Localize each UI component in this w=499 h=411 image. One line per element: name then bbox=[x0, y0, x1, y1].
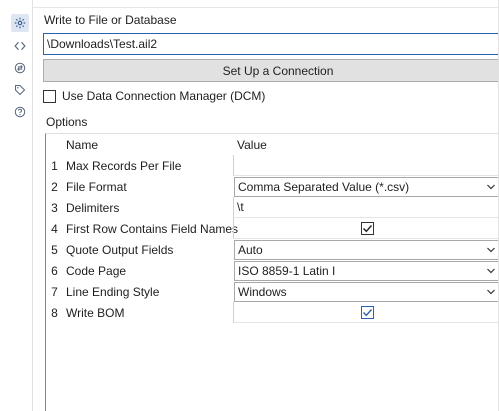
chevron-down-icon bbox=[487, 184, 495, 190]
row-number: 7 bbox=[51, 284, 58, 299]
row-number: 6 bbox=[51, 263, 58, 278]
row-name: Write BOM bbox=[66, 305, 125, 320]
header-name: Name bbox=[66, 138, 99, 152]
checkmark-icon bbox=[362, 224, 372, 232]
table-row: 5 Quote Output Fields Auto bbox=[46, 239, 499, 260]
file-path-input[interactable] bbox=[43, 33, 499, 55]
line-ending-value: Windows bbox=[238, 285, 287, 299]
panel-title: Write to File or Database bbox=[44, 13, 177, 27]
row-number: 3 bbox=[51, 200, 58, 215]
first-row-names-cell bbox=[233, 218, 499, 239]
row-name: Quote Output Fields bbox=[66, 242, 174, 257]
write-data-config-panel: Write to File or Database Set Up a Conne… bbox=[0, 0, 499, 411]
chevron-down-icon bbox=[487, 289, 495, 295]
row-name: File Format bbox=[66, 179, 127, 194]
file-format-select[interactable]: Comma Separated Value (*.csv) bbox=[234, 177, 499, 197]
max-records-field[interactable] bbox=[233, 155, 499, 176]
row-number: 2 bbox=[51, 179, 58, 194]
row-name: Delimiters bbox=[66, 200, 120, 215]
file-format-value: Comma Separated Value (*.csv) bbox=[238, 180, 410, 194]
row-name: Line Ending Style bbox=[66, 284, 160, 299]
code-page-value: ISO 8859-1 Latin I bbox=[238, 264, 336, 278]
code-brackets-icon[interactable] bbox=[11, 37, 29, 55]
row-number: 5 bbox=[51, 242, 58, 257]
connection-arrows-icon[interactable] bbox=[11, 59, 29, 77]
checkmark-icon bbox=[362, 308, 372, 316]
row-name: Code Page bbox=[66, 263, 127, 278]
line-ending-select[interactable]: Windows bbox=[234, 282, 499, 302]
code-page-select[interactable]: ISO 8859-1 Latin I bbox=[234, 261, 499, 281]
config-main-area: Write to File or Database Set Up a Conne… bbox=[33, 0, 499, 411]
dcm-checkbox[interactable] bbox=[43, 89, 56, 103]
options-label: Options bbox=[46, 115, 88, 129]
table-row: 7 Line Ending Style Windows bbox=[46, 281, 499, 302]
row-name: Max Records Per File bbox=[66, 158, 182, 173]
first-row-names-checkbox[interactable] bbox=[360, 221, 374, 235]
row-name: First Row Contains Field Names bbox=[66, 221, 239, 236]
tag-icon[interactable] bbox=[11, 81, 29, 99]
tool-config-rail bbox=[0, 0, 33, 411]
row-number: 8 bbox=[51, 305, 58, 320]
dcm-label: Use Data Connection Manager (DCM) bbox=[62, 89, 266, 103]
configuration-gear-icon[interactable] bbox=[11, 14, 29, 32]
write-bom-cell bbox=[233, 302, 499, 323]
delimiters-field[interactable]: \t bbox=[233, 197, 499, 218]
chevron-down-icon bbox=[487, 268, 495, 274]
table-row: 6 Code Page ISO 8859-1 Latin I bbox=[46, 260, 499, 281]
table-row: 1 Max Records Per File bbox=[46, 155, 499, 176]
quote-output-value: Auto bbox=[238, 243, 263, 257]
dcm-option[interactable]: Use Data Connection Manager (DCM) bbox=[43, 88, 265, 104]
row-number: 4 bbox=[51, 221, 58, 236]
header-value: Value bbox=[237, 138, 267, 152]
quote-output-select[interactable]: Auto bbox=[234, 240, 499, 260]
options-grid: Name Value 1 Max Records Per File 2 File… bbox=[45, 133, 499, 411]
chevron-down-icon bbox=[487, 247, 495, 253]
table-row: 8 Write BOM bbox=[46, 302, 499, 323]
table-row: 4 First Row Contains Field Names bbox=[46, 218, 499, 239]
grid-header: Name Value bbox=[46, 134, 499, 155]
setup-connection-button[interactable]: Set Up a Connection bbox=[43, 59, 499, 82]
help-icon[interactable] bbox=[11, 103, 29, 121]
table-row: 2 File Format Comma Separated Value (*.c… bbox=[46, 176, 499, 197]
row-number: 1 bbox=[51, 158, 58, 173]
table-row: 3 Delimiters \t bbox=[46, 197, 499, 218]
write-bom-checkbox[interactable] bbox=[360, 305, 374, 319]
